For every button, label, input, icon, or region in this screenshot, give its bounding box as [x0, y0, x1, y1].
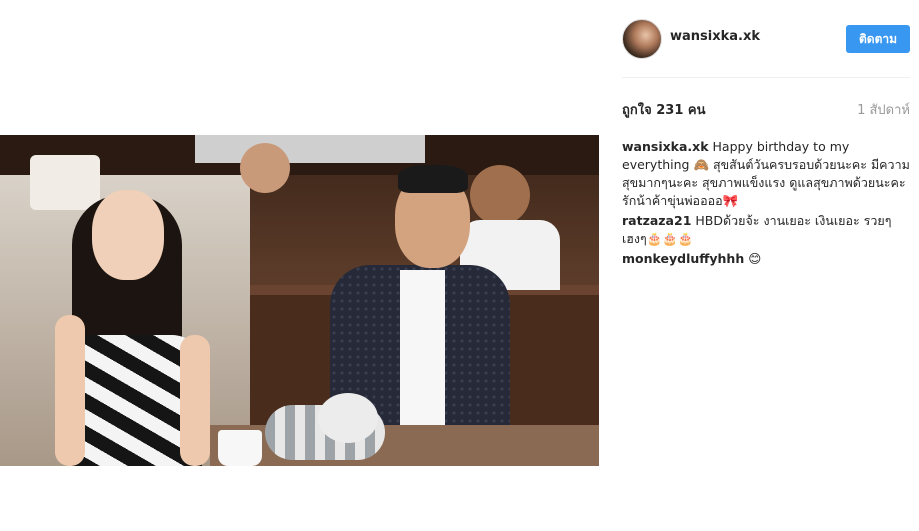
white-cup [218, 430, 262, 466]
staff-head [240, 143, 290, 193]
cake-stand [30, 155, 100, 210]
comment-text: 😊 [748, 251, 762, 266]
likes-count[interactable]: ถูกใจ 231 คน [622, 99, 705, 120]
comment-item: monkeydluffyhhh 😊 [622, 250, 912, 268]
man-shirt [400, 270, 445, 440]
man-hair [398, 165, 468, 193]
plush-cat-head [318, 393, 378, 443]
post-media-area [0, 0, 600, 531]
post-header: wansixka.xk ติดตาม [622, 17, 910, 61]
girl-arm-right [180, 335, 210, 466]
comments-list: wansixka.xk Happy birthday to my everyth… [622, 138, 912, 270]
post-photo[interactable] [0, 135, 599, 466]
avatar[interactable] [622, 19, 662, 59]
post-timestamp[interactable]: 1 สัปดาห์ [857, 99, 910, 120]
comment-username[interactable]: wansixka.xk [622, 139, 709, 154]
wall-sign [195, 135, 425, 163]
waiter-head [470, 165, 530, 225]
username-link[interactable]: wansixka.xk [670, 29, 760, 44]
follow-button[interactable]: ติดตาม [846, 25, 910, 53]
comment-item: ratzaza21 HBDด้วยจ้ะ งานเยอะ เงินเยอะ รว… [622, 212, 912, 248]
comment-item: wansixka.xk Happy birthday to my everyth… [622, 138, 912, 210]
girl-face [92, 190, 164, 280]
girl-arm-left [55, 315, 85, 466]
comment-username[interactable]: monkeydluffyhhh [622, 251, 744, 266]
divider [622, 77, 910, 78]
post-sidebar: wansixka.xk ติดตาม ถูกใจ 231 คน 1 สัปดาห… [600, 0, 919, 531]
comment-username[interactable]: ratzaza21 [622, 213, 691, 228]
